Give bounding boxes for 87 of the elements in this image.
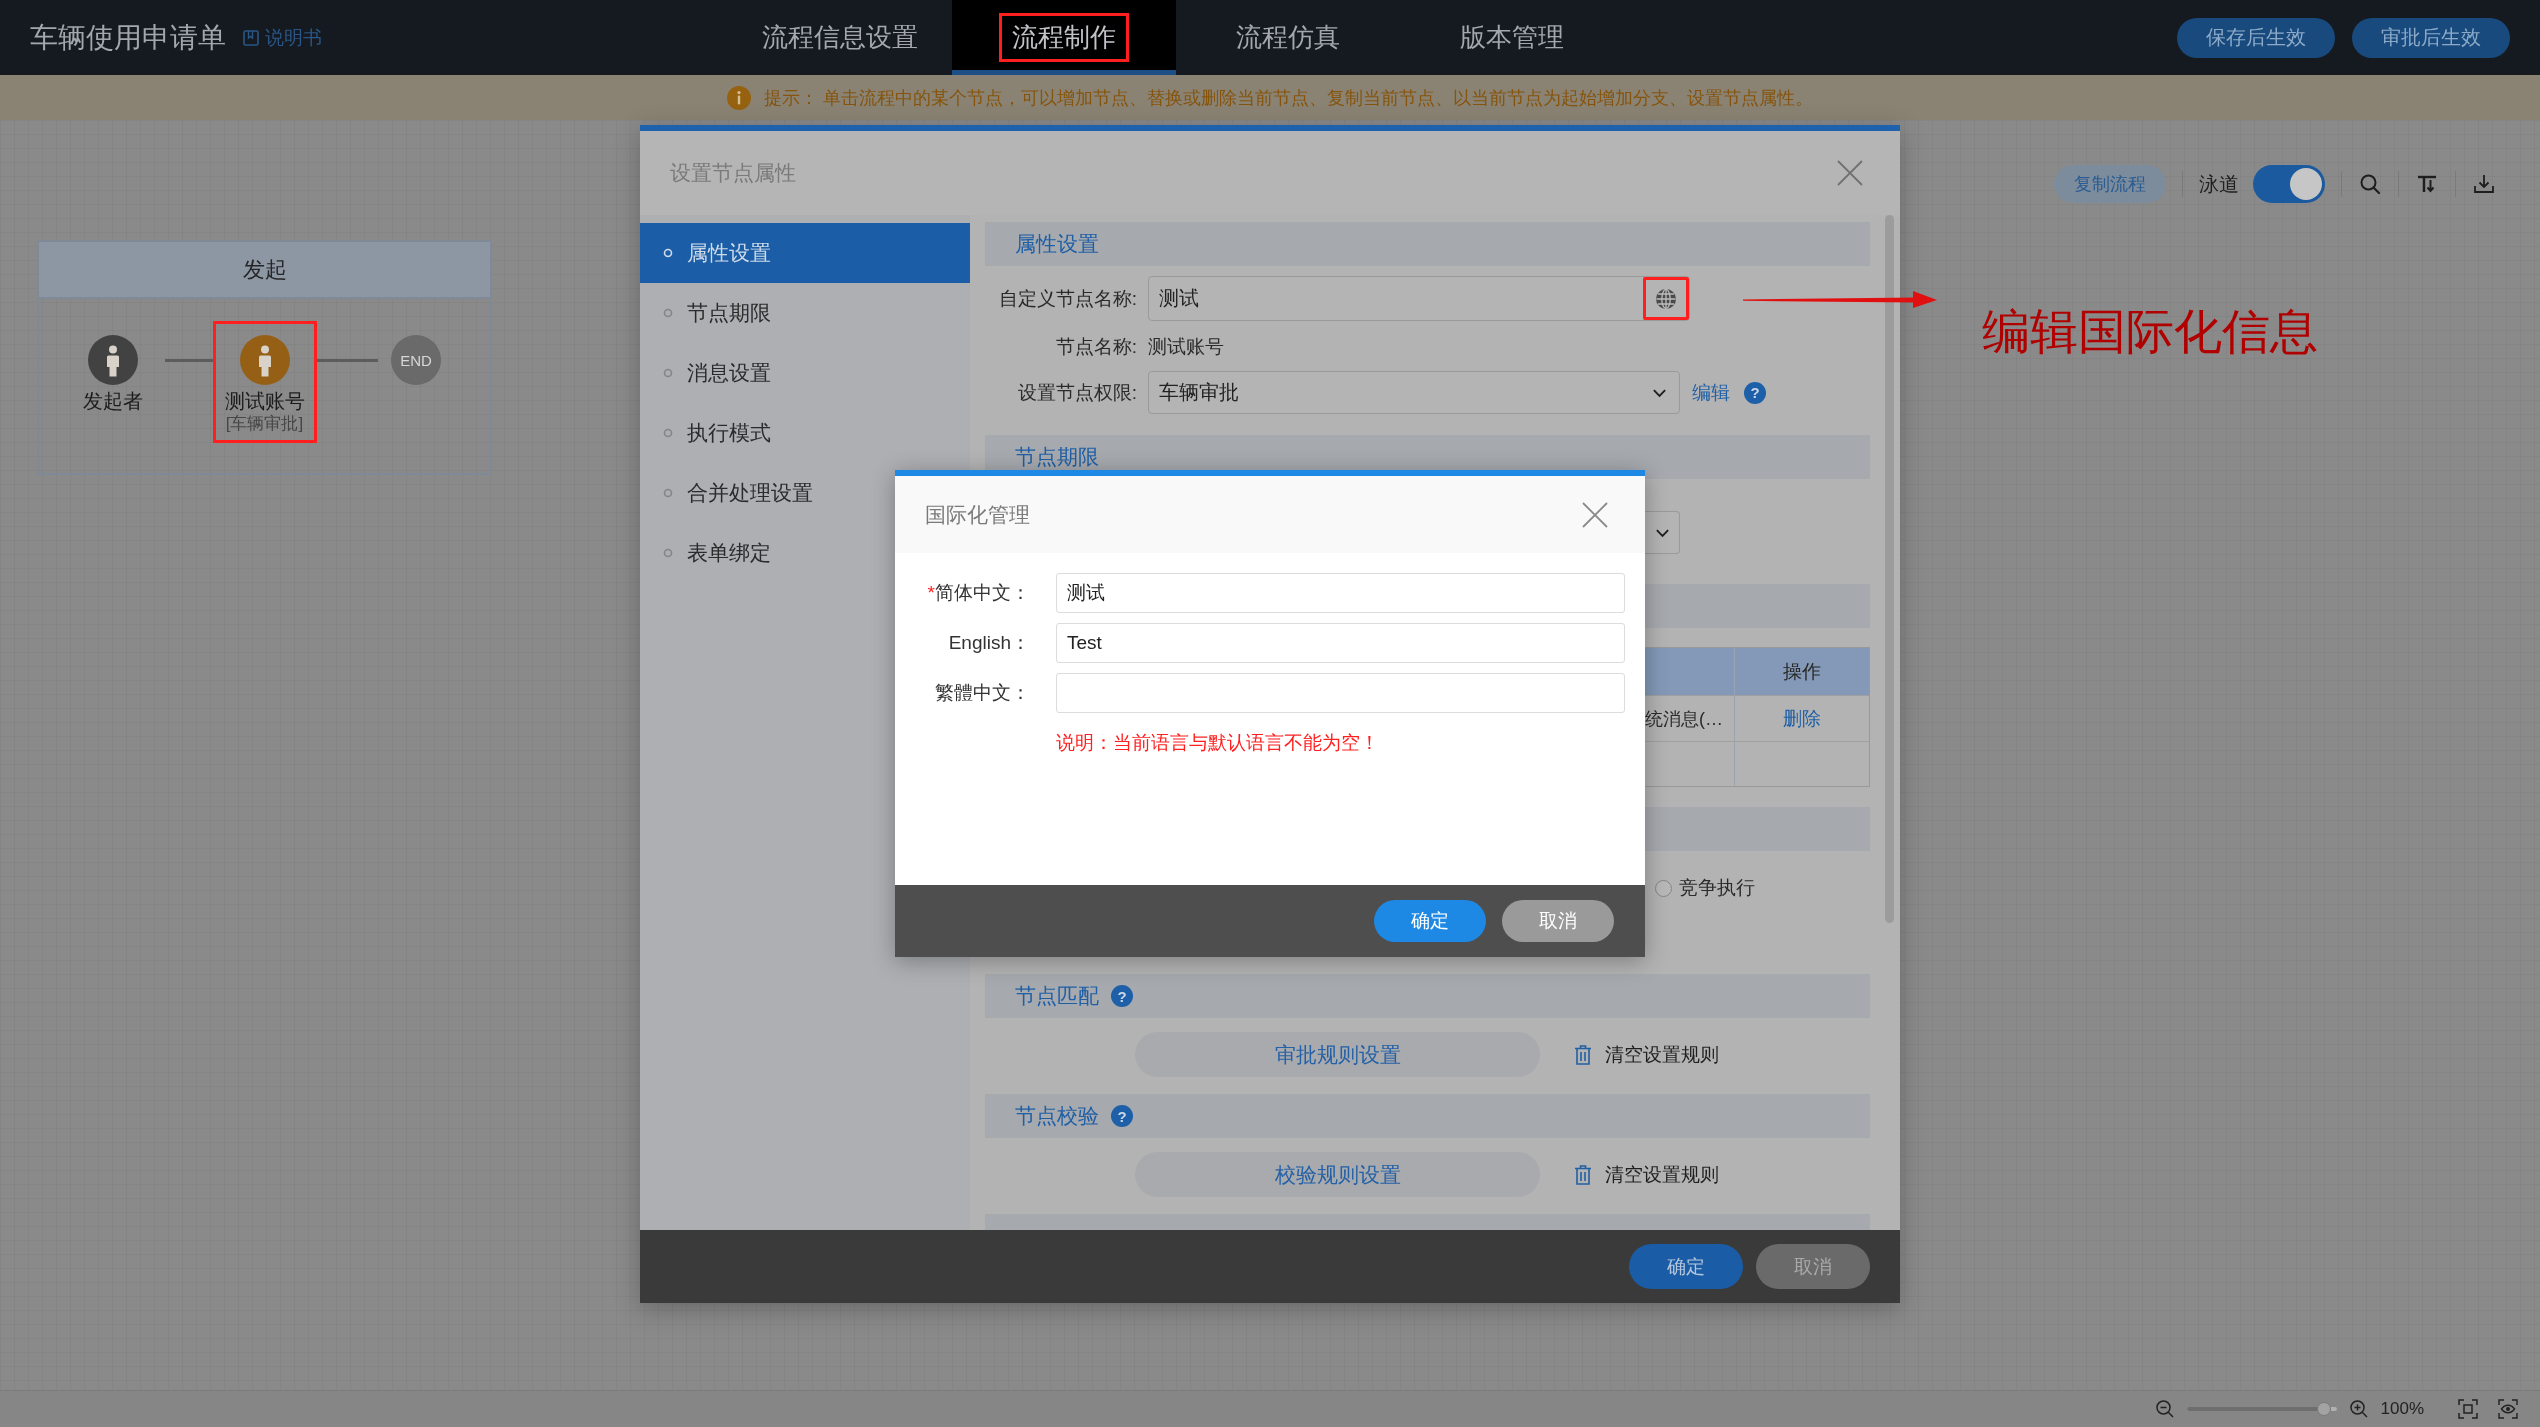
clear-rules-button[interactable]: 清空设置规则	[1574, 1161, 1719, 1188]
help-icon[interactable]: ?	[1744, 381, 1766, 404]
table-header-cell-text: 操作	[1782, 659, 1822, 684]
sidebar-item[interactable]: 执行模式	[640, 403, 970, 463]
field-label: 自定义节点名称:	[997, 286, 1137, 311]
fit-screen-icon[interactable]	[2458, 1399, 2478, 1419]
field-label: 设置节点权限:	[1016, 380, 1137, 405]
delete-link[interactable]: 删除	[1783, 705, 1821, 732]
node-sublabel: [车辆审批]	[225, 413, 304, 435]
close-icon[interactable]	[1582, 501, 1608, 528]
nav-tab[interactable]: 流程信息设置	[728, 0, 952, 75]
bullet-icon	[663, 308, 673, 318]
swimlane-label: 泳道	[2199, 171, 2239, 197]
edit-link[interactable]: 编辑	[1692, 379, 1730, 406]
sidebar-item[interactable]: 属性设置	[640, 223, 970, 283]
swimlane-toggle[interactable]	[2253, 165, 2325, 203]
end-node[interactable]: END	[391, 335, 441, 385]
book-icon	[242, 28, 260, 47]
text-field[interactable]: 测试	[1148, 276, 1690, 321]
help-icon[interactable]: ?	[1111, 985, 1133, 1007]
zoom-out-icon[interactable]	[2154, 1399, 2175, 1419]
bullet-icon	[663, 248, 673, 258]
section-title: 节点期限	[1015, 444, 1099, 470]
flow-node[interactable]: 发起者	[61, 321, 165, 443]
eye-icon[interactable]	[2498, 1399, 2518, 1419]
search-icon[interactable]	[2358, 172, 2382, 196]
zoom-in-icon[interactable]	[2348, 1399, 2369, 1419]
publish-button[interactable]: 审批后生效	[2352, 17, 2510, 58]
validation-note: 说明：当前语言与默认语言不能为空！	[1056, 731, 1380, 755]
cancel-button[interactable]: 取消	[1502, 900, 1614, 942]
sidebar-item[interactable]: 节点期限	[640, 283, 970, 343]
radio-button[interactable]	[1655, 879, 1672, 897]
bullet-icon	[663, 548, 673, 558]
translate-button[interactable]	[1643, 277, 1689, 320]
clear-rules-button[interactable]: 清空设置规则	[1574, 1041, 1719, 1068]
trash-icon	[1574, 1043, 1592, 1066]
close-icon[interactable]	[1837, 160, 1863, 186]
publish-button[interactable]: 保存后生效	[2177, 17, 2335, 58]
field-label: 繁體中文：	[934, 681, 1030, 705]
select-field[interactable]	[1645, 511, 1680, 554]
bullet-icon	[663, 428, 673, 438]
globe-icon	[1655, 287, 1677, 310]
text-field[interactable]	[1056, 673, 1625, 713]
field-label: English：	[947, 631, 1030, 655]
text-field[interactable]: 测试	[1056, 573, 1625, 613]
confirm-button[interactable]: 确定	[1629, 1244, 1743, 1289]
zoom-percentage: 100%	[2380, 1399, 2424, 1419]
scrollbar-thumb[interactable]	[1885, 215, 1894, 923]
connector-line	[165, 359, 213, 362]
zoom-slider[interactable]	[2186, 1402, 2337, 1416]
rule-settings-button[interactable]: 校验规则设置	[1135, 1152, 1540, 1197]
tip-text: 提示： 单击流程中的某个节点，可以增加节点、替换或删除当前节点、复制当前节点、以当前节点为起始增加分支、设置节点属性。	[764, 86, 1813, 110]
connector-line	[316, 359, 378, 362]
field-label: 节点名称:	[1054, 335, 1137, 359]
text-field[interactable]: Test	[1056, 623, 1625, 663]
info-icon	[727, 85, 751, 110]
bullet-icon	[663, 488, 673, 498]
field-label: *简体中文：	[926, 581, 1030, 605]
section-title: 节点匹配	[1015, 983, 1099, 1009]
slider-thumb[interactable]	[2317, 1402, 2332, 1416]
permission-select[interactable]: 车辆审批	[1148, 371, 1680, 414]
rule-settings-button[interactable]: 审批规则设置	[1135, 1032, 1540, 1077]
download-icon[interactable]	[2472, 172, 2496, 196]
person-icon	[239, 335, 290, 385]
chevron-down-icon	[1652, 387, 1667, 398]
node-label: 发起者	[83, 389, 143, 413]
sidebar-item[interactable]: 消息设置	[640, 343, 970, 403]
app-title: 车辆使用申请单	[30, 20, 226, 55]
swimlane-title: 发起	[39, 242, 490, 299]
nav-tab[interactable]: 流程仿真	[1176, 0, 1400, 75]
radio-label: 竞争执行	[1679, 876, 1755, 900]
section-title: 属性设置	[1015, 231, 1099, 257]
chevron-down-icon	[1654, 527, 1670, 538]
help-icon[interactable]: ?	[1111, 1105, 1133, 1127]
confirm-button[interactable]: 确定	[1374, 900, 1486, 942]
node-name-value: 测试账号	[1148, 335, 1224, 359]
trash-icon	[1574, 1163, 1592, 1186]
annotation-text: 编辑国际化信息	[1982, 308, 2318, 356]
nav-tab[interactable]: 版本管理	[1400, 0, 1624, 75]
person-icon	[88, 335, 138, 385]
dialog-title: 设置节点属性	[670, 160, 796, 186]
flow-node[interactable]: 测试账号 [车辆审批]	[212, 321, 317, 443]
dialog-title: 国际化管理	[925, 501, 1030, 528]
node-label: 测试账号	[224, 389, 305, 413]
bullet-icon	[663, 368, 673, 378]
nav-tab[interactable]: 流程制作	[952, 0, 1176, 75]
section-title: 节点校验	[1015, 1103, 1099, 1129]
